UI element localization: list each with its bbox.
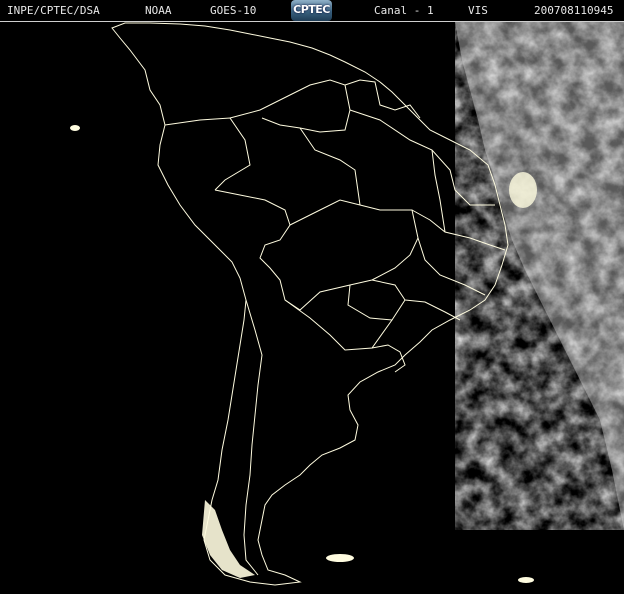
channel-label: Canal - 1: [374, 4, 434, 17]
band-label: VIS: [468, 4, 488, 17]
cptec-logo: CPTEC: [291, 0, 332, 21]
institution-label: INPE/CPTEC/DSA: [7, 4, 100, 17]
logo-text: CPTEC: [293, 3, 330, 16]
satellite-label: GOES-10: [210, 4, 257, 17]
timestamp-label: 200708110945: [534, 4, 614, 17]
image-header-bar: INPE/CPTEC/DSA NOAA GOES-10 CPTEC Canal …: [0, 0, 624, 22]
satellite-map: [0, 22, 624, 594]
agency-label: NOAA: [145, 4, 172, 17]
